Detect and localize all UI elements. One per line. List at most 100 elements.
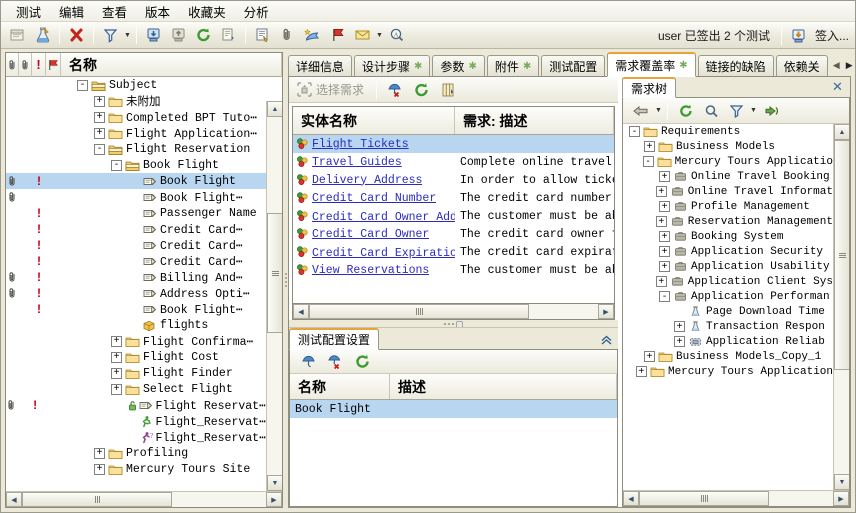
horizontal-splitter[interactable] — [289, 320, 618, 327]
tree-row[interactable]: - Subject — [6, 77, 266, 93]
refresh-icon[interactable] — [409, 79, 434, 101]
requirement-link[interactable]: Credit Card Expiratio⋯ — [312, 245, 455, 260]
new-test-icon[interactable] — [31, 24, 54, 46]
filter-dropdown-arrow-icon[interactable]: ▼ — [749, 100, 758, 122]
menu-item-test[interactable]: 测试 — [7, 1, 50, 23]
header-attachment2-icon[interactable] — [19, 52, 32, 77]
expand-toggle-icon[interactable]: + — [111, 383, 122, 395]
check-in-button-icon[interactable] — [787, 25, 810, 47]
header-flag-icon[interactable] — [46, 52, 61, 77]
requirement-tree-row[interactable]: + Online Travel Booking — [623, 169, 833, 184]
collapse-toggle-icon[interactable]: - — [94, 143, 105, 155]
find-icon[interactable]: A — [385, 24, 408, 46]
refresh-icon[interactable] — [192, 24, 215, 46]
requirement-tree-row[interactable]: + Application Security — [623, 244, 833, 259]
requirement-tree-row[interactable]: + Application Reliab — [623, 334, 833, 349]
delete-icon[interactable] — [65, 24, 88, 46]
requirement-link[interactable]: Credit Card Owner Add⋯ — [312, 209, 455, 224]
requirement-link[interactable]: View Reservations — [312, 264, 429, 277]
expand-toggle-icon[interactable]: + — [111, 351, 122, 363]
expand-toggle-icon[interactable]: + — [655, 186, 667, 197]
collapse-up-icon[interactable] — [598, 331, 614, 347]
coverage-row[interactable]: Credit Card Expiratio⋯ The credit card ex… — [293, 243, 614, 261]
expand-toggle-icon[interactable]: + — [655, 216, 667, 227]
tab-test-config-settings[interactable]: 测试配置设置 — [289, 328, 380, 350]
tree-row[interactable]: ! Book Flight⋯ — [6, 301, 266, 317]
coverage-row[interactable]: Delivery Address In order to allow ticket — [293, 171, 614, 189]
requirement-tree-row[interactable]: Page Download Time — [623, 304, 833, 319]
refresh-icon[interactable] — [673, 100, 698, 122]
details-icon[interactable] — [251, 24, 274, 46]
rt-scroll-up-button[interactable]: ▲ — [834, 124, 849, 140]
expand-toggle-icon[interactable]: + — [674, 336, 685, 347]
tree-row[interactable]: + Completed BPT Tuto⋯ — [6, 109, 266, 125]
menu-item-edit[interactable]: 编辑 — [50, 1, 93, 23]
back-icon[interactable] — [628, 100, 653, 122]
coverage-hscroll-right-button[interactable]: ▶ — [598, 304, 614, 319]
tree-row[interactable]: + Select Flight — [6, 381, 266, 397]
menu-item-favorites[interactable]: 收藏夹 — [179, 1, 235, 23]
new-folder-icon[interactable] — [6, 24, 29, 46]
tree-row[interactable]: ! Credit Card⋯ — [6, 221, 266, 237]
requirement-link[interactable]: Credit Card Number — [312, 192, 436, 205]
expand-toggle-icon[interactable]: + — [659, 201, 670, 212]
collapse-toggle-icon[interactable]: - — [642, 156, 654, 167]
expand-toggle-icon[interactable]: + — [659, 231, 670, 242]
back-dropdown-arrow-icon[interactable]: ▼ — [654, 100, 663, 122]
tree-row[interactable]: + Flight Confirma⋯ — [6, 333, 266, 349]
tab-scroll-right-icon[interactable]: ▶ — [843, 57, 855, 75]
expand-toggle-icon[interactable]: + — [644, 351, 655, 362]
tree-column-name-header[interactable]: 名称 — [61, 52, 282, 77]
filter-icon[interactable] — [725, 100, 748, 122]
tree-hscroll-track[interactable] — [22, 492, 266, 507]
coverage-row[interactable]: Flight Tickets — [293, 135, 614, 153]
tab-requirement-tree[interactable]: 需求树 — [622, 77, 677, 98]
tab-3[interactable]: 附件 ✱ — [486, 55, 540, 76]
collapse-toggle-icon[interactable]: - — [77, 79, 88, 91]
requirement-link[interactable]: Credit Card Owner — [312, 228, 429, 241]
expand-toggle-icon[interactable]: + — [674, 321, 685, 332]
requirement-tree-row[interactable]: + Business Models_Copy_1 — [623, 349, 833, 364]
rt-scroll-thumb[interactable] — [834, 140, 849, 370]
tab-scroll-left-icon[interactable]: ◀ — [830, 57, 843, 75]
tree-row[interactable]: ? Flight_Reservat⋯ — [6, 429, 266, 445]
close-icon[interactable]: ✕ — [830, 79, 845, 94]
requirement-tree-row[interactable]: - Application Performan — [623, 289, 833, 304]
tree-scroll-up-button[interactable]: ▲ — [267, 101, 282, 117]
expand-toggle-icon[interactable]: + — [94, 111, 105, 123]
coverage-row[interactable]: Travel Guides Complete online travel gu — [293, 153, 614, 171]
filter-icon[interactable] — [99, 24, 122, 46]
expand-toggle-icon[interactable]: + — [94, 127, 105, 139]
expand-toggle-icon[interactable]: + — [655, 276, 667, 287]
tree-row[interactable]: + Flight Cost — [6, 349, 266, 365]
find-icon[interactable] — [700, 100, 723, 122]
collapse-toggle-icon[interactable]: - — [659, 291, 670, 302]
coverage-row[interactable]: Credit Card Owner Add⋯ The customer must … — [293, 207, 614, 225]
tree-row[interactable]: + Flight Finder — [6, 365, 266, 381]
attachment-icon[interactable] — [276, 24, 299, 46]
expand-toggle-icon[interactable]: + — [111, 367, 122, 379]
column-header-entity-name[interactable]: 实体名称 — [293, 107, 455, 134]
check-in-label[interactable]: 签入... — [815, 27, 849, 44]
requirement-tree-row[interactable]: + Application Usability — [623, 259, 833, 274]
expand-toggle-icon[interactable]: + — [94, 447, 105, 459]
collapse-toggle-icon[interactable]: - — [111, 159, 122, 171]
requirement-tree-row[interactable]: - Mercury Tours Applicatio — [623, 154, 833, 169]
coverage-horizontal-scrollbar[interactable]: ◀ ▶ — [292, 304, 615, 320]
tree-row[interactable]: + Flight Application⋯ — [6, 125, 266, 141]
coverage-row[interactable]: View Reservations The customer must be ab… — [293, 261, 614, 279]
expand-toggle-icon[interactable]: + — [635, 366, 647, 377]
add-config-icon[interactable] — [296, 351, 321, 373]
check-in-icon[interactable] — [142, 24, 165, 46]
requirement-tree-row[interactable]: + Profile Management — [623, 199, 833, 214]
expand-toggle-icon[interactable]: + — [659, 246, 670, 257]
requirement-link[interactable]: Delivery Address — [312, 174, 422, 187]
copy-icon[interactable] — [217, 24, 240, 46]
tree-row[interactable]: ! Credit Card⋯ — [6, 253, 266, 269]
mail-dropdown-arrow-icon[interactable]: ▼ — [375, 24, 384, 46]
tree-row[interactable]: Flight_Reservat⋯ — [6, 413, 266, 429]
column-header-config-description[interactable]: 描述 — [390, 374, 617, 399]
add-to-favorites-icon[interactable] — [301, 24, 324, 46]
coverage-hscroll-track[interactable] — [309, 304, 598, 319]
expand-toggle-icon[interactable]: + — [94, 463, 105, 475]
